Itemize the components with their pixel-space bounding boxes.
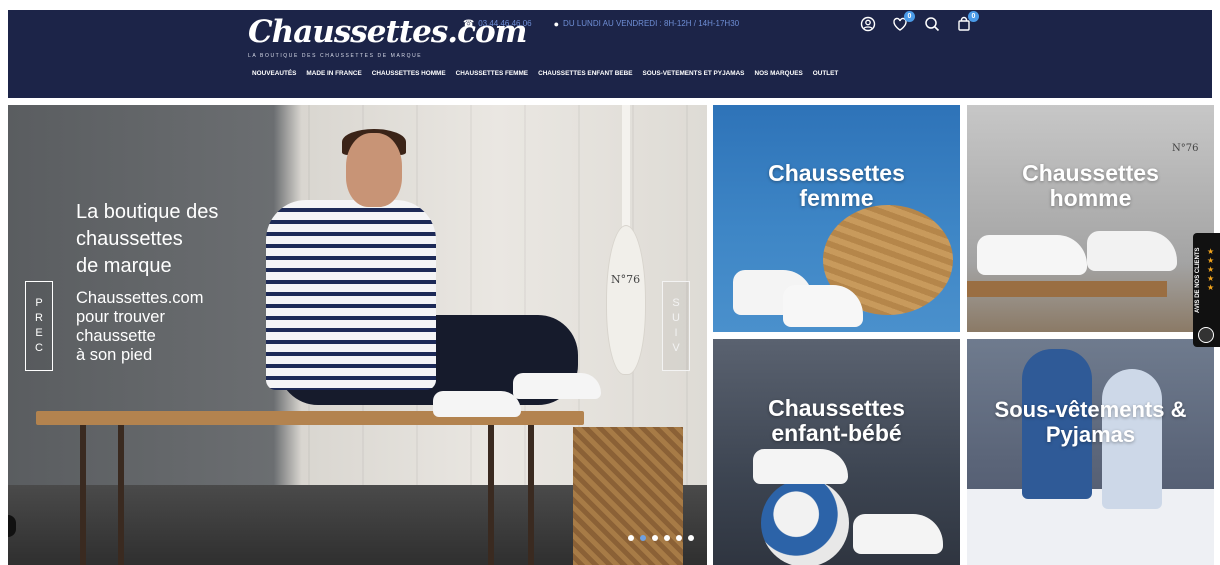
- slider-next-button[interactable]: S U I V: [662, 281, 690, 371]
- hero-sneaker: [433, 391, 521, 417]
- search-icon[interactable]: [922, 14, 942, 34]
- hero-bench-leg: [488, 425, 494, 565]
- tile-ball: [761, 479, 849, 565]
- nav-item-outlet[interactable]: OUTLET: [813, 70, 839, 77]
- slider-dot[interactable]: [628, 535, 634, 541]
- slider-dot[interactable]: [688, 535, 694, 541]
- tile-sneaker: [1087, 231, 1177, 271]
- site-logo[interactable]: Chaussettes.com LA BOUTIQUE DES CHAUSSET…: [248, 14, 527, 66]
- category-tile-femme[interactable]: Chaussettes femme: [713, 105, 960, 332]
- hero-bench-leg: [80, 425, 86, 565]
- tile-label-homme: Chaussettes homme: [1022, 160, 1159, 211]
- hero-title: La boutique des chaussettes de marque: [76, 201, 219, 277]
- nav-item-chaussettes-enfant-bebe[interactable]: CHAUSSETTES ENFANT BEBE: [538, 70, 632, 77]
- hero-oar: [606, 225, 646, 375]
- nav-item-made-in-france[interactable]: MADE IN FRANCE: [306, 70, 361, 77]
- category-tile-enfant-bebe[interactable]: Chaussettes enfant-bébé: [713, 339, 960, 565]
- slider-dot[interactable]: [652, 535, 658, 541]
- tile-label-sous-vetements-pyjamas: Sous-vêtements & Pyjamas: [994, 397, 1187, 447]
- phone-number[interactable]: 03.44.46.46.06: [478, 19, 531, 28]
- account-icon[interactable]: [858, 14, 878, 34]
- slider-dot[interactable]: [640, 535, 646, 541]
- tile-sneaker: [783, 285, 863, 327]
- reviews-stars: ★ ★ ★ ★ ★: [1207, 247, 1215, 292]
- site-header: Chaussettes.com LA BOUTIQUE DES CHAUSSET…: [8, 10, 1212, 98]
- category-tile-sous-vetements-pyjamas[interactable]: Sous-vêtements & Pyjamas: [967, 339, 1214, 565]
- phone-icon: ☎: [463, 18, 475, 28]
- tile-bench: [967, 281, 1167, 297]
- customer-reviews-widget[interactable]: ★ ★ ★ ★ ★ AVIS DE NOS CLIENTS: [1193, 233, 1220, 347]
- opening-hours: DU LUNDI AU VENDREDI : 8H-12H / 14H-17H3…: [563, 19, 740, 28]
- nav-item-sous-vetements-pyjamas[interactable]: SOUS-VETEMENTS ET PYJAMAS: [643, 70, 745, 77]
- tile-bed: [967, 489, 1214, 565]
- slider-dots: [628, 535, 694, 541]
- tile-oar-label: N°76: [1172, 143, 1199, 154]
- reviews-logo-icon: [1198, 327, 1214, 343]
- category-tile-homme[interactable]: N°76 Chaussettes homme: [967, 105, 1214, 332]
- hero-model-sweater: [266, 200, 436, 390]
- hero-sneaker: [513, 373, 601, 399]
- tile-label-femme: Chaussettes femme: [768, 160, 905, 211]
- slider-dot[interactable]: [676, 535, 682, 541]
- cart-bag-icon[interactable]: 0: [954, 11, 979, 34]
- tile-sneaker: [753, 449, 848, 484]
- hero-bench-leg: [528, 425, 534, 565]
- cart-count-badge: 0: [968, 11, 979, 22]
- nav-item-chaussettes-femme[interactable]: CHAUSSETTES FEMME: [456, 70, 528, 77]
- hero-bench-leg: [118, 425, 124, 565]
- hero-slider: N°76 La boutique des chaussettes de marq…: [8, 105, 707, 565]
- slider-dot[interactable]: [664, 535, 670, 541]
- hero-basket: [573, 427, 683, 565]
- hero-oar-handle: [622, 105, 630, 230]
- hero-model-head: [346, 133, 402, 207]
- contact-info: ☎ 03.44.46.46.06 ● DU LUNDI AU VENDREDI …: [463, 18, 739, 29]
- header-actions: 0 0: [858, 11, 979, 34]
- nav-item-nouveautes[interactable]: NOUVEAUTÉS: [252, 70, 296, 77]
- hero-oar-label: N°76: [611, 273, 641, 286]
- tile-label-enfant-bebe: Chaussettes enfant-bébé: [768, 395, 905, 446]
- nav-item-chaussettes-homme[interactable]: CHAUSSETTES HOMME: [372, 70, 446, 77]
- slider-prev-button[interactable]: P R E C: [25, 281, 53, 371]
- wishlist-heart-icon[interactable]: 0: [890, 11, 915, 34]
- hero-subtitle: Chaussettes.com pour trouver chaussette …: [76, 289, 204, 364]
- logo-tagline: LA BOUTIQUE DES CHAUSSETTES DE MARQUE: [248, 53, 423, 59]
- nav-item-nos-marques[interactable]: NOS MARQUES: [754, 70, 802, 77]
- wishlist-count-badge: 0: [904, 11, 915, 22]
- tile-sneaker: [853, 514, 943, 554]
- clock-icon: ●: [553, 18, 560, 29]
- main-nav: NOUVEAUTÉS MADE IN FRANCE CHAUSSETTES HO…: [252, 70, 838, 77]
- tile-sneaker: [977, 235, 1087, 275]
- reviews-widget-label: AVIS DE NOS CLIENTS: [1195, 247, 1201, 313]
